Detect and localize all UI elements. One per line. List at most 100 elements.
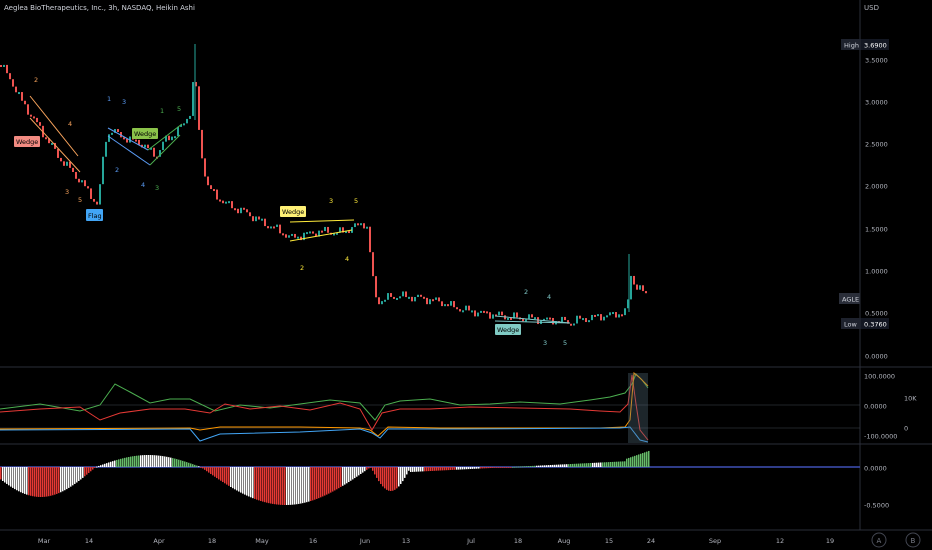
- volume-tick-label: 0: [904, 425, 908, 433]
- histogram-bar: [438, 467, 440, 471]
- wave-number-label: 2: [524, 288, 528, 296]
- candle-down: [216, 189, 218, 200]
- histogram-bar: [510, 467, 512, 468]
- oscillator-axis[interactable]: 100.0000 0.0000 -100.0000 10K 0: [864, 373, 917, 441]
- wave-number-label: 4: [68, 120, 72, 128]
- candle-down: [390, 293, 392, 297]
- histogram-bar: [512, 466, 514, 468]
- histogram-bar: [328, 467, 330, 494]
- histogram-bar: [424, 467, 426, 472]
- histogram-bar: [540, 465, 542, 467]
- candle-down: [285, 234, 287, 238]
- histogram-bar: [436, 467, 438, 471]
- histogram-bar: [42, 467, 44, 497]
- histogram-bar: [254, 467, 256, 499]
- candle-up: [399, 296, 401, 299]
- histogram-bar: [136, 455, 138, 467]
- histogram-bar: [396, 467, 398, 489]
- histogram-bar: [54, 467, 56, 495]
- histogram-bar: [80, 467, 82, 480]
- candle-up: [480, 310, 482, 313]
- histogram-bar: [640, 453, 642, 467]
- histogram-bar: [264, 467, 266, 503]
- time-tick-label: 18: [208, 537, 216, 545]
- candle-down: [636, 284, 638, 290]
- histogram-axis[interactable]: 0.0000 -0.5000: [864, 465, 889, 510]
- candle-down: [327, 226, 329, 233]
- chart-canvas[interactable]: 3.5000 3.0000 2.5000 2.0000 1.5000 1.0000 0.50…: [0, 0, 932, 550]
- candle-down: [642, 285, 644, 292]
- time-axis[interactable]: Mar 14 Apr 18 May 16 Jun 13 Jul 18 Aug 15 24 Sep 12 19: [38, 537, 834, 545]
- candle-down: [207, 176, 209, 186]
- histogram-bar: [588, 463, 590, 467]
- histogram-bar: [294, 467, 296, 505]
- wave-number-label: 5: [354, 197, 358, 205]
- histogram-bar: [642, 453, 644, 467]
- price-tick-label: 0.0000: [865, 353, 888, 361]
- histogram-bar: [240, 467, 242, 493]
- candle-down: [405, 291, 407, 298]
- time-tick-label: 24: [647, 537, 655, 545]
- candle-down: [60, 157, 62, 162]
- candle-down: [321, 230, 323, 233]
- auto-scale-button[interactable]: A: [871, 532, 887, 548]
- histogram-bar: [404, 467, 406, 478]
- time-tick-label: 13: [402, 537, 410, 545]
- candle-up: [162, 141, 164, 151]
- histogram-bar: [418, 467, 420, 472]
- candle-up: [108, 134, 110, 142]
- histogram-bar: [16, 467, 18, 491]
- low-tag-label: Low: [844, 321, 857, 329]
- histogram-bar: [56, 467, 58, 494]
- histogram-bar: [186, 462, 188, 467]
- histogram-bar: [338, 467, 340, 489]
- histogram-bar: [288, 467, 290, 505]
- high-price-tag: High 3.6900: [841, 39, 889, 50]
- histogram-bar: [384, 467, 386, 489]
- wave-number-label: 4: [345, 255, 349, 263]
- histogram-bar: [46, 467, 48, 497]
- candle-up: [102, 156, 104, 185]
- candle-down: [468, 305, 470, 311]
- histogram-bar: [494, 467, 496, 468]
- log-scale-button[interactable]: B: [905, 532, 921, 548]
- histogram-bar: [580, 463, 582, 467]
- histogram-bar: [412, 467, 414, 472]
- histogram-bar: [206, 467, 208, 472]
- high-tag-value: 3.6900: [864, 42, 887, 50]
- oscillator-orange-line: [0, 372, 649, 437]
- histogram-bar: [590, 463, 592, 467]
- price-axis[interactable]: 3.5000 3.0000 2.5000 2.0000 1.5000 1.0000 0.50…: [865, 57, 888, 361]
- histogram-bar: [270, 467, 272, 504]
- histogram-bar: [232, 467, 234, 489]
- histogram-bar: [120, 458, 122, 467]
- histogram-bar: [480, 467, 482, 469]
- histogram-bar: [348, 467, 350, 483]
- histogram-bar: [192, 464, 194, 467]
- candle-up: [81, 180, 83, 183]
- candle-down: [516, 312, 518, 318]
- wave-number-label: 2: [115, 166, 119, 174]
- histogram-bar: [484, 467, 486, 469]
- histogram-bar: [562, 464, 564, 467]
- histogram-bar: [96, 466, 98, 468]
- histogram-bar: [362, 467, 364, 473]
- histogram-bar: [364, 467, 366, 472]
- candle-down: [453, 301, 455, 308]
- candle-down: [96, 201, 98, 205]
- histogram-bar: [4, 467, 6, 483]
- histogram-bar: [154, 455, 156, 467]
- histogram-bar: [352, 467, 354, 480]
- histogram-bar: [160, 455, 162, 467]
- volume-area: [628, 373, 648, 443]
- histogram-bar: [300, 467, 302, 504]
- heikin-ashi-candles: [0, 44, 647, 326]
- wave-number-label: 5: [177, 105, 181, 113]
- time-tick-label: 12: [776, 537, 784, 545]
- histogram-bar: [646, 451, 648, 467]
- candle-down: [15, 86, 17, 93]
- histogram-bar: [600, 462, 602, 467]
- candle-down: [9, 73, 11, 80]
- histogram-bar: [428, 467, 430, 472]
- histogram-bar: [32, 467, 34, 497]
